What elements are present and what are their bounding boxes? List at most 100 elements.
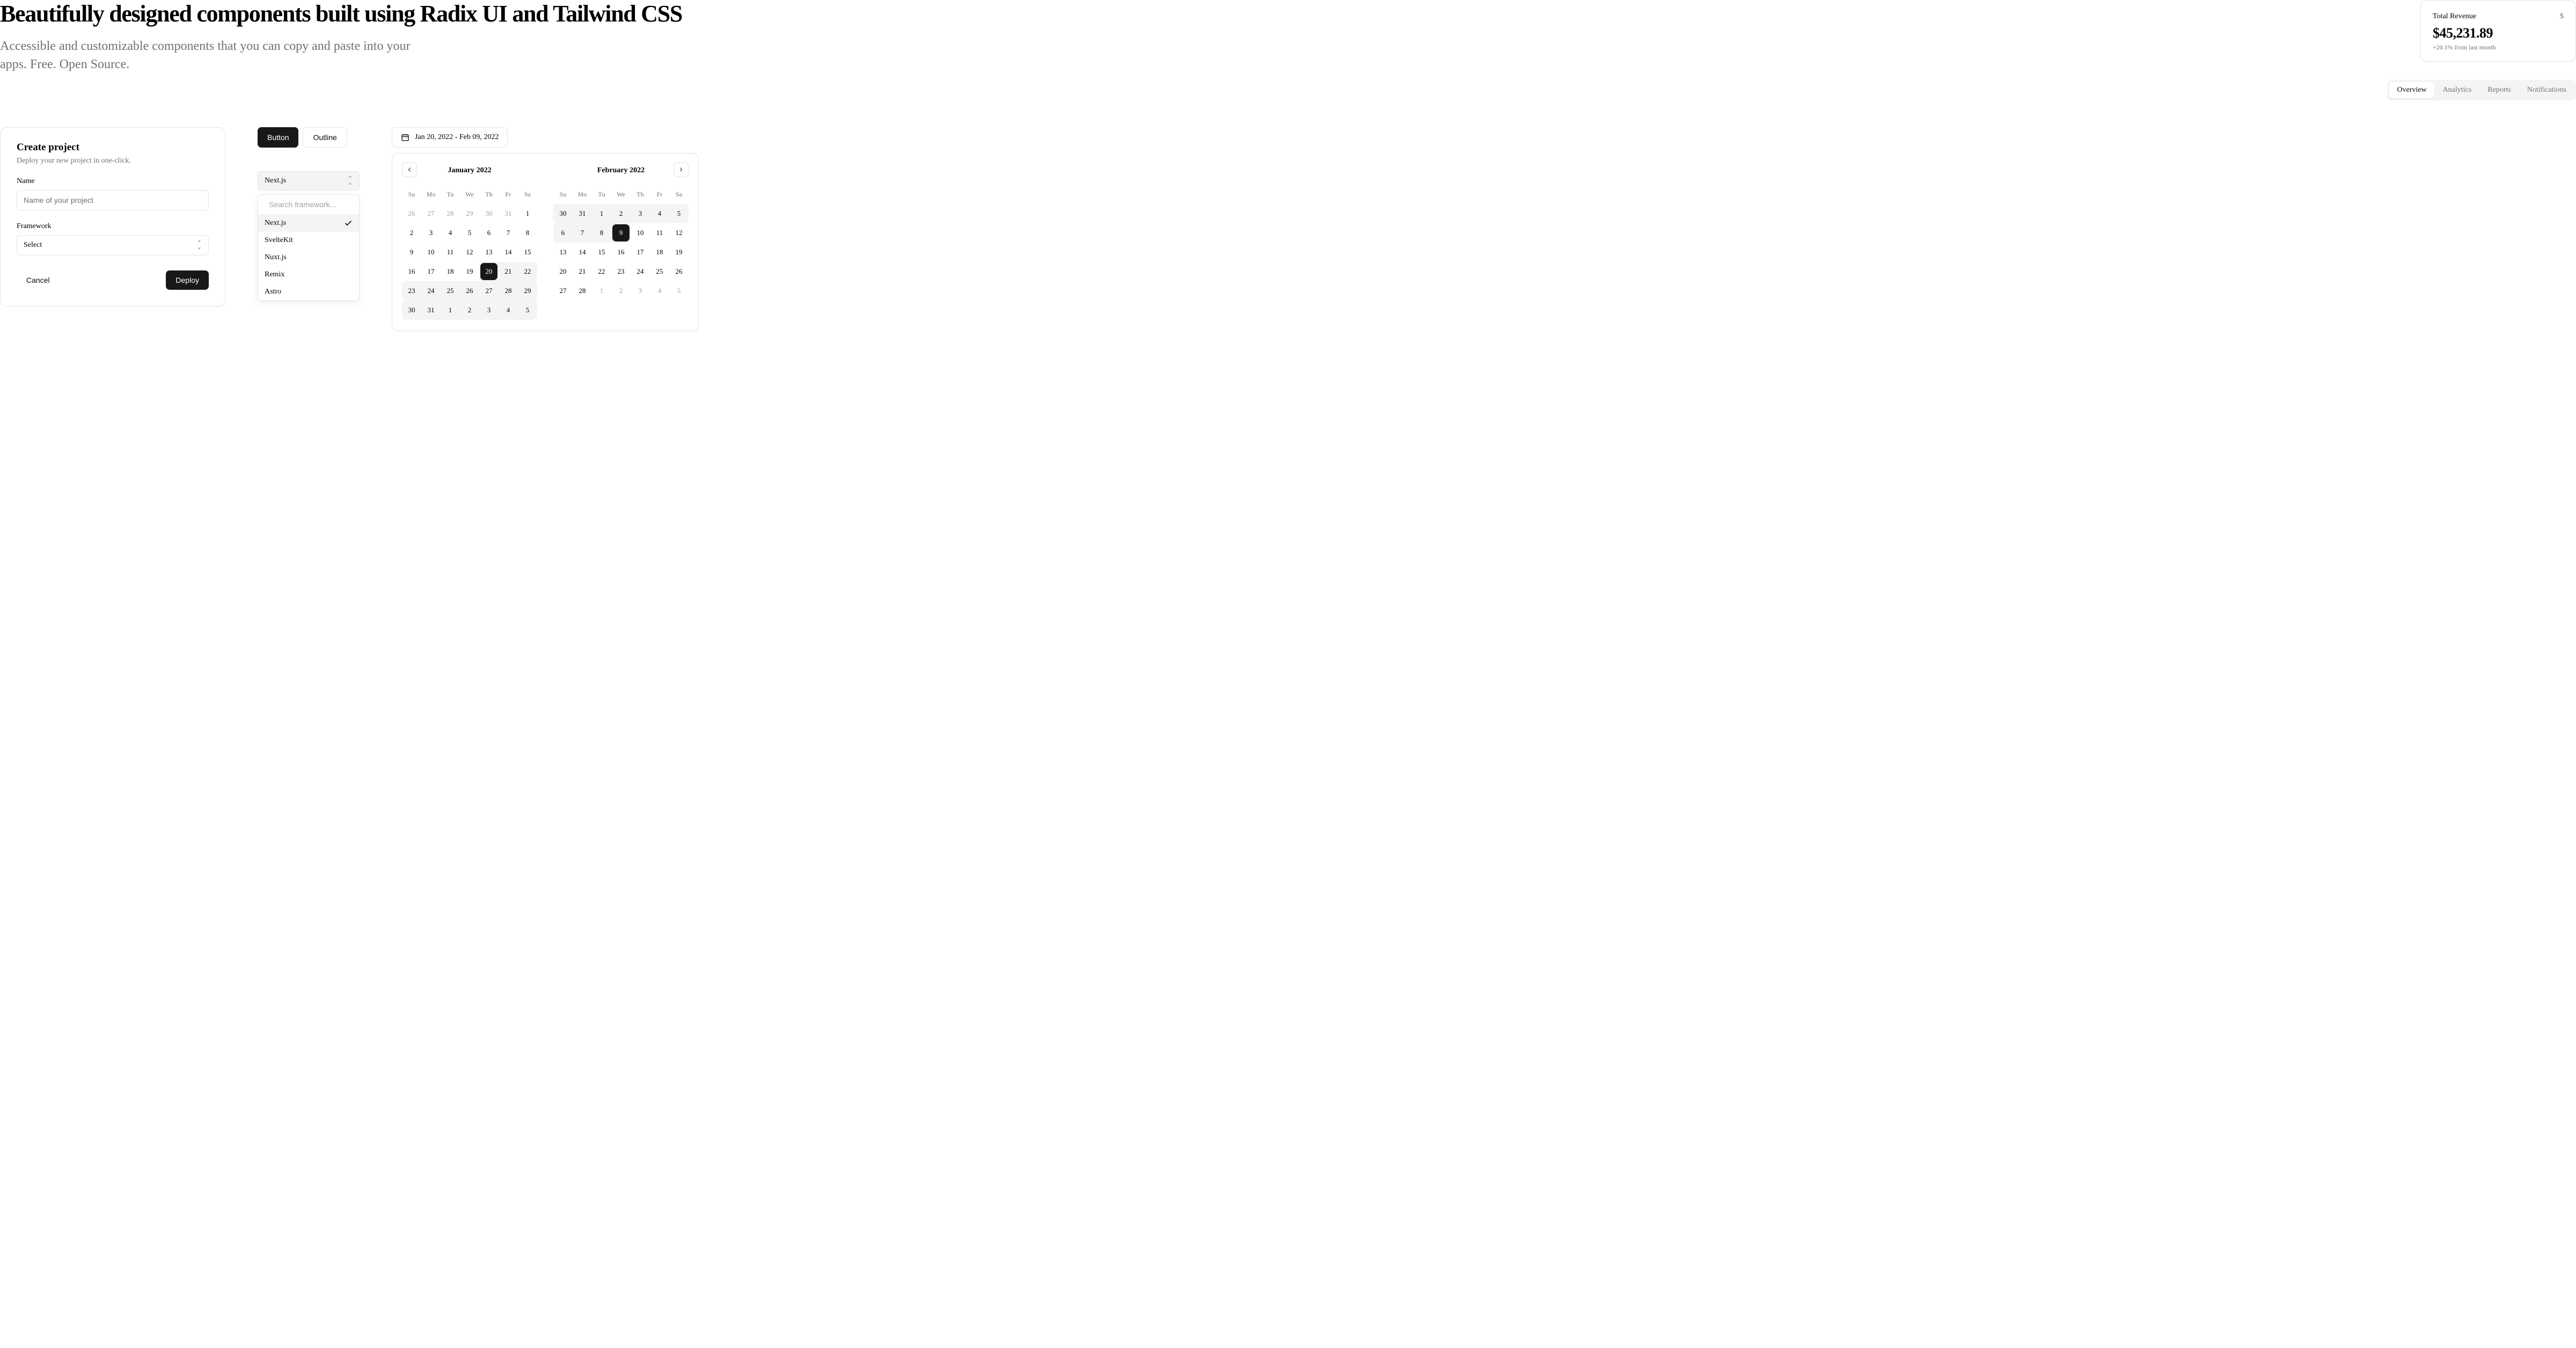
calendar-day[interactable]: 26 [669,262,689,281]
calendar-day[interactable]: 30 [402,301,421,320]
calendar-day[interactable]: 3 [421,223,441,243]
calendar-day[interactable]: 9 [402,243,421,262]
calendar-day[interactable]: 4 [650,281,669,301]
calendar-day[interactable]: 7 [499,223,518,243]
calendar-day[interactable]: 21 [499,262,518,281]
calendar-day[interactable]: 2 [611,204,631,223]
calendar-day[interactable]: 17 [421,262,441,281]
calendar-day[interactable]: 12 [460,243,479,262]
combobox-trigger[interactable]: Next.js ⌃⌄ [258,171,360,191]
calendar-day[interactable]: 15 [518,243,537,262]
calendar-day[interactable]: 4 [499,301,518,320]
calendar-day[interactable]: 21 [573,262,592,281]
framework-select[interactable]: Select ⌃⌄ [17,235,209,255]
calendar-day[interactable]: 1 [441,301,460,320]
calendar-day[interactable]: 6 [553,223,573,243]
page-subtitle: Accessible and customizable components t… [0,38,429,74]
tab-analytics[interactable]: Analytics [2435,82,2479,98]
calendar-day[interactable]: 31 [573,204,592,223]
name-input[interactable] [17,190,209,210]
search-input[interactable] [269,200,360,209]
calendar-day[interactable]: 13 [479,243,499,262]
calendar-day[interactable]: 22 [592,262,611,281]
deploy-button[interactable]: Deploy [166,270,209,290]
calendar-day[interactable]: 9 [611,223,631,243]
calendar-day[interactable]: 11 [441,243,460,262]
calendar-day[interactable]: 15 [592,243,611,262]
date-range-button[interactable]: Jan 20, 2022 - Feb 09, 2022 [392,127,508,148]
calendar-day[interactable]: 2 [402,223,421,243]
calendar-day[interactable]: 11 [650,223,669,243]
calendar-day[interactable]: 2 [460,301,479,320]
button-primary[interactable]: Button [258,127,298,148]
calendar-day[interactable]: 14 [573,243,592,262]
combobox-item[interactable]: Remix [258,266,359,283]
calendar-day[interactable]: 5 [669,281,689,301]
calendar-day[interactable]: 5 [460,223,479,243]
calendar-day[interactable]: 1 [592,204,611,223]
calendar-day[interactable]: 6 [479,223,499,243]
calendar-day[interactable]: 27 [479,281,499,301]
calendar-day[interactable]: 25 [441,281,460,301]
calendar-day[interactable]: 28 [441,204,460,223]
calendar-day[interactable]: 16 [611,243,631,262]
calendar-day[interactable]: 17 [631,243,650,262]
calendar-day[interactable]: 31 [421,301,441,320]
combobox-item[interactable]: Astro [258,283,359,301]
calendar-day[interactable]: 13 [553,243,573,262]
calendar-day[interactable]: 31 [499,204,518,223]
calendar-day[interactable]: 5 [518,301,537,320]
calendar-day[interactable]: 3 [631,204,650,223]
calendar-day[interactable]: 3 [631,281,650,301]
revenue-label: Total Revenue [2433,12,2476,21]
tab-reports[interactable]: Reports [2480,82,2519,98]
cancel-button[interactable]: Cancel [17,270,60,290]
calendar-day[interactable]: 24 [421,281,441,301]
calendar-day[interactable]: 19 [460,262,479,281]
calendar-day[interactable]: 3 [479,301,499,320]
calendar-day[interactable]: 8 [592,223,611,243]
calendar-day[interactable]: 5 [669,204,689,223]
calendar-day[interactable]: 27 [553,281,573,301]
tab-overview[interactable]: Overview [2389,82,2434,98]
calendar-day[interactable]: 4 [650,204,669,223]
calendar-day[interactable]: 29 [460,204,479,223]
calendar-day[interactable]: 23 [402,281,421,301]
calendar-day[interactable]: 10 [631,223,650,243]
calendar-day[interactable]: 25 [650,262,669,281]
calendar-day[interactable]: 18 [441,262,460,281]
combobox-item[interactable]: Next.js [258,215,359,232]
calendar-day[interactable]: 12 [669,223,689,243]
combobox-item[interactable]: Nuxt.js [258,249,359,266]
calendar-day[interactable]: 8 [518,223,537,243]
calendar-day[interactable]: 27 [421,204,441,223]
calendar-day[interactable]: 30 [479,204,499,223]
calendar-day[interactable]: 22 [518,262,537,281]
calendar-day[interactable]: 10 [421,243,441,262]
calendar-day[interactable]: 28 [499,281,518,301]
calendar-day[interactable]: 4 [441,223,460,243]
calendar-day[interactable]: 16 [402,262,421,281]
calendar-day[interactable]: 29 [518,281,537,301]
calendar-day[interactable]: 26 [460,281,479,301]
tab-notifications[interactable]: Notifications [2520,82,2574,98]
calendar-day[interactable]: 19 [669,243,689,262]
next-month-button[interactable] [674,162,689,177]
calendar-day[interactable]: 7 [573,223,592,243]
calendar-day[interactable]: 2 [611,281,631,301]
calendar-day[interactable]: 20 [479,262,499,281]
calendar-day[interactable]: 1 [518,204,537,223]
day-of-week: Mo [573,185,592,204]
calendar-day[interactable]: 30 [553,204,573,223]
calendar-day[interactable]: 23 [611,262,631,281]
button-outline[interactable]: Outline [303,127,347,148]
calendar-day[interactable]: 18 [650,243,669,262]
calendar-day[interactable]: 24 [631,262,650,281]
calendar-day[interactable]: 14 [499,243,518,262]
calendar-day[interactable]: 26 [402,204,421,223]
combobox-item[interactable]: SvelteKit [258,232,359,249]
calendar-day[interactable]: 28 [573,281,592,301]
calendar-day[interactable]: 1 [592,281,611,301]
prev-month-button[interactable] [402,162,417,177]
calendar-day[interactable]: 20 [553,262,573,281]
